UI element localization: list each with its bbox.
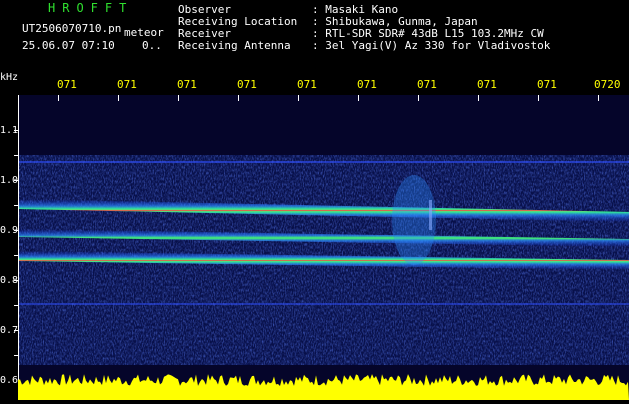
antenna-value: : 3el Yagi(V) Az 330 for Vladivostok (312, 39, 551, 52)
x-tick-label: 071 (417, 78, 437, 91)
y-tick-label: 0.6 (0, 375, 19, 386)
timestamp-extra: 0.. (142, 39, 162, 52)
spectrogram-image (19, 95, 629, 400)
timestamp: 25.06.07 07:10 (22, 39, 115, 52)
file-name: UT2506070710.pn (22, 22, 122, 35)
x-tick-label: 071 (117, 78, 137, 91)
x-tick-label: 071 (57, 78, 77, 91)
file-suffix: meteor (124, 26, 164, 39)
spectrogram-plot (18, 95, 629, 400)
signal-strength-fill (18, 374, 629, 400)
x-tick-label: 071 (237, 78, 257, 91)
x-tick-label: 071 (477, 78, 497, 91)
x-tick-label: 071 (537, 78, 557, 91)
x-tick-label: 071 (357, 78, 377, 91)
signal-strength-strip (18, 374, 629, 400)
antenna-label: Receiving Antenna (178, 39, 291, 52)
x-tick-label: 071 (297, 78, 317, 91)
weak-carrier-line (19, 161, 629, 163)
x-tick-label: 071 (177, 78, 197, 91)
meteor-echo (429, 200, 432, 230)
weak-carrier-line (19, 303, 629, 305)
x-axis-ticks (18, 95, 629, 101)
x-tick-label: 0720 (594, 78, 621, 91)
app-title: HROFFT (48, 1, 134, 15)
y-axis-unit: kHz (0, 72, 19, 83)
